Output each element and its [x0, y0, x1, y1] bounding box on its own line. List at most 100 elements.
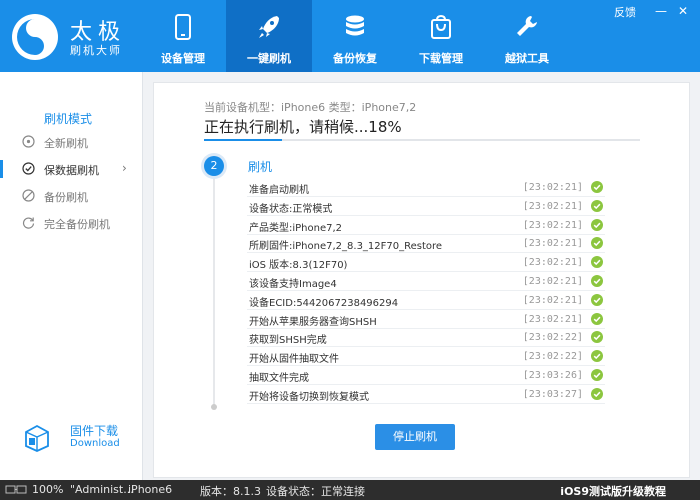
- nav-label: 备份恢复: [333, 52, 377, 65]
- log-row: 抽取文件完成 [23:03:26]: [247, 366, 605, 385]
- device-model-line: 当前设备机型：iPhone6 类型：iPhone7,2: [204, 101, 417, 114]
- log-timestamp: [23:02:21]: [522, 313, 583, 325]
- success-check-icon: [591, 218, 603, 231]
- log-row: 准备启动刷机 [23:02:21]: [247, 178, 605, 197]
- nav-jailbreak-tools[interactable]: 越狱工具: [484, 0, 570, 72]
- log-timestamp: [23:02:21]: [522, 257, 583, 269]
- sidebar-item-label: 完全备份刷机: [44, 218, 110, 231]
- nav-backup-restore[interactable]: 备份恢复: [312, 0, 398, 72]
- firmware-download-label: 固件下载: [70, 424, 119, 438]
- success-check-icon: [591, 275, 603, 287]
- log-timestamp: [23:02:21]: [522, 182, 583, 193]
- log-row: 该设备支持Image4 [23:02:21]: [247, 272, 605, 291]
- stop-flash-button[interactable]: 停止刷机: [375, 424, 455, 450]
- log-row: iOS 版本:8.3(12F70) [23:02:21]: [247, 253, 605, 273]
- log-timestamp: [23:02:21]: [522, 200, 583, 212]
- firmware-download-sublabel: Download: [70, 438, 120, 449]
- firmware-download-link[interactable]: 固件下载 Download: [22, 420, 132, 456]
- log-message: 所刷固件:iPhone7,2_8.3_12F70_Restore: [249, 241, 443, 253]
- log-row: 所刷固件:iPhone7,2_8.3_12F70_Restore [23:02:2…: [247, 234, 605, 254]
- sidebar-item-label: 保数据刷机: [44, 164, 99, 177]
- firmware-box-icon: [25, 424, 49, 452]
- device-name: iPhone6: [128, 483, 173, 496]
- flash-progress-panel: 当前设备机型：iPhone6 类型：iPhone7,2 正在执行刷机，请稍候..…: [153, 82, 690, 478]
- log-message: 设备ECID:5442067238496294: [249, 297, 399, 309]
- plus-circle-icon: [22, 135, 35, 148]
- success-check-icon: [591, 369, 603, 381]
- shopping-bag-icon: [431, 14, 451, 39]
- active-marker: [0, 160, 3, 178]
- log-message: 开始从苹果服务器查询SHSH: [249, 316, 377, 328]
- success-check-icon: [591, 350, 603, 363]
- nav-label: 一键刷机: [247, 52, 291, 65]
- log-timestamp: [23:03:27]: [522, 388, 583, 400]
- sidebar-item-backup-flash[interactable]: 备份刷机: [0, 183, 143, 209]
- log-timestamp: [23:03:26]: [522, 370, 583, 381]
- sidebar-title: 刷机模式: [44, 112, 93, 126]
- log-row: 开始从固件抽取文件 [23:02:22]: [247, 347, 605, 367]
- sidebar-item-keep-data-flash[interactable]: 保数据刷机 ›: [0, 156, 143, 182]
- progress-bar: [204, 139, 640, 141]
- device-status-text: 设备状态：正常连接: [266, 485, 365, 498]
- chevron-right-icon: ›: [122, 161, 127, 175]
- log-row: 开始从苹果服务器查询SHSH [23:02:21]: [247, 310, 605, 329]
- wrench-icon: [517, 16, 537, 36]
- nav-one-click-flash[interactable]: 一键刷机: [226, 0, 312, 72]
- sidebar-item-label: 全新刷机: [44, 137, 88, 150]
- minimize-button[interactable]: —: [654, 4, 668, 18]
- timeline-line: [213, 165, 215, 407]
- network-icon: [5, 485, 27, 494]
- success-check-icon: [591, 331, 603, 344]
- log-timestamp: [23:02:22]: [522, 332, 583, 344]
- nav-download-management[interactable]: 下载管理: [398, 0, 484, 72]
- log-row: 产品类型:iPhone7,2 [23:02:21]: [247, 216, 605, 235]
- log-message: 开始从固件抽取文件: [249, 354, 339, 366]
- progress-bar-fill: [204, 139, 283, 141]
- log-timestamp: [23:02:21]: [522, 276, 583, 287]
- log-row: 设备ECID:5442067238496294 [23:02:21]: [247, 291, 605, 310]
- app-header: 太极 刷机大师 设备管理 一键刷机 备份恢复 下载管理 越狱工具 反馈 — ✕: [0, 0, 700, 72]
- logo-subtitle: 刷机大师: [70, 44, 122, 57]
- status-bar: 100% "Administ... iPhone6 版本：8.1.3 设备状态：…: [0, 480, 700, 500]
- window-controls: 反馈 — ✕: [574, 4, 694, 20]
- sidebar-item-fresh-flash[interactable]: 全新刷机: [0, 129, 143, 155]
- check-circle-icon: [22, 162, 35, 175]
- close-button[interactable]: ✕: [676, 4, 690, 18]
- log-timestamp: [23:02:21]: [522, 219, 583, 231]
- sidebar-item-full-backup-flash[interactable]: 完全备份刷机: [0, 210, 143, 236]
- taiji-logo-icon: [12, 14, 58, 60]
- log-message: 获取到SHSH完成: [249, 335, 327, 347]
- ios9-tutorial-link[interactable]: iOS9测试版升级教程: [560, 483, 666, 499]
- step-title: 刷机: [248, 160, 273, 174]
- zoom-level: 100%: [32, 483, 64, 496]
- success-check-icon: [591, 256, 603, 269]
- log-message: 产品类型:iPhone7,2: [249, 222, 343, 234]
- log-row: 获取到SHSH完成 [23:02:22]: [247, 328, 605, 348]
- phone-icon: [175, 14, 191, 40]
- step-number-badge: 2: [204, 156, 224, 176]
- log-message: iOS 版本:8.3(12F70): [249, 260, 348, 272]
- user-name: "Administ...: [70, 483, 134, 496]
- success-check-icon: [591, 199, 603, 212]
- success-check-icon: [591, 387, 603, 400]
- refresh-icon: [22, 217, 35, 229]
- no-entry-icon: [22, 189, 35, 202]
- flash-status-text: 正在执行刷机，请稍候...18%: [204, 118, 402, 136]
- nav-device-management[interactable]: 设备管理: [140, 0, 226, 72]
- log-timestamp: [23:02:22]: [522, 351, 583, 363]
- log-row: 设备状态:正常模式 [23:02:21]: [247, 197, 605, 216]
- success-check-icon: [591, 312, 603, 325]
- log-message: 开始将设备切换到恢复模式: [249, 391, 369, 403]
- nav-label: 设备管理: [161, 52, 205, 65]
- log-timestamp: [23:02:21]: [522, 294, 583, 306]
- log-message: 设备状态:正常模式: [249, 203, 333, 215]
- nav-label: 下载管理: [419, 52, 463, 65]
- success-check-icon: [591, 181, 603, 193]
- feedback-link[interactable]: 反馈: [614, 4, 636, 20]
- log-timestamp: [23:02:21]: [522, 238, 583, 250]
- sidebar: 刷机模式 全新刷机 保数据刷机 › 备份刷机 完全备份刷机 固件下载 Downl…: [0, 72, 143, 480]
- log-message: 该设备支持Image4: [249, 279, 337, 290]
- success-check-icon: [591, 293, 603, 306]
- rocket-icon: [259, 16, 279, 38]
- sidebar-item-label: 备份刷机: [44, 191, 88, 204]
